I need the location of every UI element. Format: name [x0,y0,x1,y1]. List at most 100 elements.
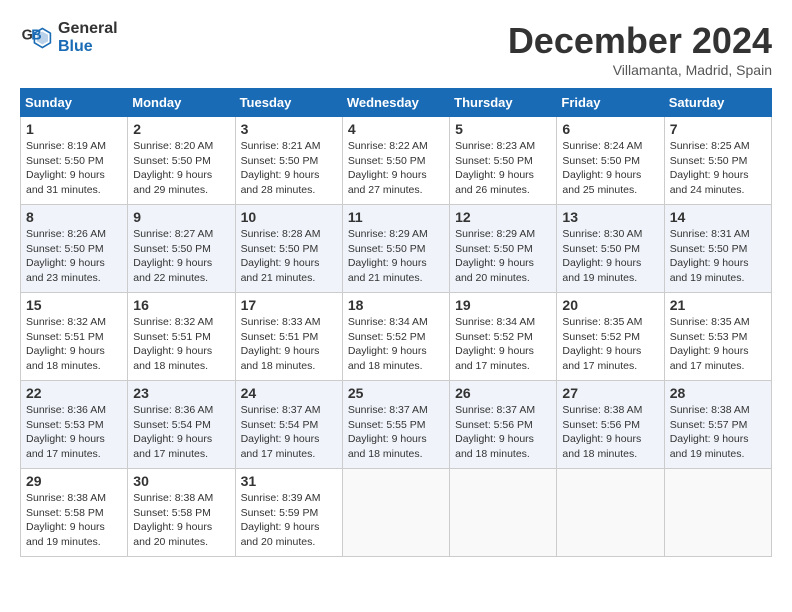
day-info: Sunrise: 8:28 AMSunset: 5:50 PMDaylight:… [241,227,337,286]
day-number: 13 [562,209,658,225]
day-info: Sunrise: 8:34 AMSunset: 5:52 PMDaylight:… [455,315,551,374]
calendar-week-row: 15 Sunrise: 8:32 AMSunset: 5:51 PMDayligh… [21,293,772,381]
calendar-day-cell: 20 Sunrise: 8:35 AMSunset: 5:52 PMDayligh… [557,293,664,381]
day-info: Sunrise: 8:32 AMSunset: 5:51 PMDaylight:… [133,315,229,374]
day-number: 22 [26,385,122,401]
day-number: 20 [562,297,658,313]
calendar-day-cell: 1 Sunrise: 8:19 AMSunset: 5:50 PMDaylight… [21,117,128,205]
day-number: 25 [348,385,444,401]
day-number: 2 [133,121,229,137]
day-number: 23 [133,385,229,401]
day-number: 3 [241,121,337,137]
calendar-day-cell: 9 Sunrise: 8:27 AMSunset: 5:50 PMDaylight… [128,205,235,293]
calendar-day-cell: 23 Sunrise: 8:36 AMSunset: 5:54 PMDayligh… [128,381,235,469]
day-info: Sunrise: 8:38 AMSunset: 5:58 PMDaylight:… [26,491,122,550]
day-info: Sunrise: 8:20 AMSunset: 5:50 PMDaylight:… [133,139,229,198]
day-number: 24 [241,385,337,401]
location-subtitle: Villamanta, Madrid, Spain [508,62,772,78]
calendar-day-cell [557,469,664,557]
calendar-day-cell: 10 Sunrise: 8:28 AMSunset: 5:50 PMDayligh… [235,205,342,293]
day-number: 6 [562,121,658,137]
day-number: 12 [455,209,551,225]
day-info: Sunrise: 8:29 AMSunset: 5:50 PMDaylight:… [348,227,444,286]
day-info: Sunrise: 8:38 AMSunset: 5:58 PMDaylight:… [133,491,229,550]
day-of-week-header: Wednesday [342,89,449,117]
day-number: 14 [670,209,766,225]
calendar-day-cell: 27Sunrise: 8:38 AMSunset: 5:56 PMDayligh… [557,381,664,469]
calendar-day-cell: 21Sunrise: 8:35 AMSunset: 5:53 PMDayligh… [664,293,771,381]
calendar-day-cell: 5 Sunrise: 8:23 AMSunset: 5:50 PMDaylight… [450,117,557,205]
day-number: 5 [455,121,551,137]
calendar-table: SundayMondayTuesdayWednesdayThursdayFrid… [20,88,772,557]
day-number: 29 [26,473,122,489]
day-info: Sunrise: 8:39 AMSunset: 5:59 PMDaylight:… [241,491,337,550]
day-of-week-header: Thursday [450,89,557,117]
day-info: Sunrise: 8:23 AMSunset: 5:50 PMDaylight:… [455,139,551,198]
calendar-day-cell: 4Sunrise: 8:22 AMSunset: 5:50 PMDaylight… [342,117,449,205]
day-info: Sunrise: 8:35 AMSunset: 5:53 PMDaylight:… [670,315,766,374]
calendar-day-cell: 28Sunrise: 8:38 AMSunset: 5:57 PMDayligh… [664,381,771,469]
day-info: Sunrise: 8:37 AMSunset: 5:55 PMDaylight:… [348,403,444,462]
calendar-day-cell: 14Sunrise: 8:31 AMSunset: 5:50 PMDayligh… [664,205,771,293]
day-info: Sunrise: 8:33 AMSunset: 5:51 PMDaylight:… [241,315,337,374]
calendar-day-cell: 13 Sunrise: 8:30 AMSunset: 5:50 PMDayligh… [557,205,664,293]
day-of-week-header: Saturday [664,89,771,117]
day-number: 18 [348,297,444,313]
calendar-day-cell: 11 Sunrise: 8:29 AMSunset: 5:50 PMDayligh… [342,205,449,293]
calendar-day-cell: 6 Sunrise: 8:24 AMSunset: 5:50 PMDaylight… [557,117,664,205]
calendar-day-cell: 22 Sunrise: 8:36 AMSunset: 5:53 PMDayligh… [21,381,128,469]
day-info: Sunrise: 8:30 AMSunset: 5:50 PMDaylight:… [562,227,658,286]
day-info: Sunrise: 8:24 AMSunset: 5:50 PMDaylight:… [562,139,658,198]
title-area: December 2024 Villamanta, Madrid, Spain [508,20,772,78]
day-info: Sunrise: 8:37 AMSunset: 5:56 PMDaylight:… [455,403,551,462]
calendar-day-cell: 18 Sunrise: 8:34 AMSunset: 5:52 PMDayligh… [342,293,449,381]
calendar-day-cell: 31 Sunrise: 8:39 AMSunset: 5:59 PMDayligh… [235,469,342,557]
logo-text: General Blue [58,20,118,56]
calendar-day-cell: 17 Sunrise: 8:33 AMSunset: 5:51 PMDayligh… [235,293,342,381]
calendar-week-row: 8Sunrise: 8:26 AMSunset: 5:50 PMDaylight… [21,205,772,293]
day-info: Sunrise: 8:36 AMSunset: 5:54 PMDaylight:… [133,403,229,462]
calendar-day-cell: 30 Sunrise: 8:38 AMSunset: 5:58 PMDayligh… [128,469,235,557]
calendar-day-cell: 8Sunrise: 8:26 AMSunset: 5:50 PMDaylight… [21,205,128,293]
day-info: Sunrise: 8:32 AMSunset: 5:51 PMDaylight:… [26,315,122,374]
day-number: 4 [348,121,444,137]
calendar-day-cell: 24 Sunrise: 8:37 AMSunset: 5:54 PMDayligh… [235,381,342,469]
day-number: 16 [133,297,229,313]
calendar-day-cell: 12 Sunrise: 8:29 AMSunset: 5:50 PMDayligh… [450,205,557,293]
day-of-week-header: Tuesday [235,89,342,117]
day-number: 11 [348,209,444,225]
day-number: 9 [133,209,229,225]
day-info: Sunrise: 8:35 AMSunset: 5:52 PMDaylight:… [562,315,658,374]
calendar-week-row: 29 Sunrise: 8:38 AMSunset: 5:58 PMDayligh… [21,469,772,557]
day-info: Sunrise: 8:27 AMSunset: 5:50 PMDaylight:… [133,227,229,286]
day-info: Sunrise: 8:19 AMSunset: 5:50 PMDaylight:… [26,139,122,198]
calendar-week-row: 22 Sunrise: 8:36 AMSunset: 5:53 PMDayligh… [21,381,772,469]
day-info: Sunrise: 8:29 AMSunset: 5:50 PMDaylight:… [455,227,551,286]
calendar-day-cell: 26Sunrise: 8:37 AMSunset: 5:56 PMDayligh… [450,381,557,469]
calendar-day-cell: 25 Sunrise: 8:37 AMSunset: 5:55 PMDayligh… [342,381,449,469]
day-info: Sunrise: 8:38 AMSunset: 5:56 PMDaylight:… [562,403,658,462]
logo-icon: G B [20,22,52,54]
calendar-day-cell: 16 Sunrise: 8:32 AMSunset: 5:51 PMDayligh… [128,293,235,381]
day-of-week-header: Monday [128,89,235,117]
calendar-week-row: 1 Sunrise: 8:19 AMSunset: 5:50 PMDaylight… [21,117,772,205]
calendar-day-cell: 2 Sunrise: 8:20 AMSunset: 5:50 PMDaylight… [128,117,235,205]
calendar-header-row: SundayMondayTuesdayWednesdayThursdayFrid… [21,89,772,117]
day-number: 8 [26,209,122,225]
day-number: 17 [241,297,337,313]
day-number: 15 [26,297,122,313]
calendar-day-cell: 29 Sunrise: 8:38 AMSunset: 5:58 PMDayligh… [21,469,128,557]
day-number: 1 [26,121,122,137]
day-info: Sunrise: 8:36 AMSunset: 5:53 PMDaylight:… [26,403,122,462]
day-number: 10 [241,209,337,225]
day-info: Sunrise: 8:37 AMSunset: 5:54 PMDaylight:… [241,403,337,462]
calendar-day-cell [450,469,557,557]
day-number: 28 [670,385,766,401]
calendar-day-cell: 15 Sunrise: 8:32 AMSunset: 5:51 PMDayligh… [21,293,128,381]
day-number: 31 [241,473,337,489]
day-info: Sunrise: 8:34 AMSunset: 5:52 PMDaylight:… [348,315,444,374]
calendar-day-cell: 3 Sunrise: 8:21 AMSunset: 5:50 PMDaylight… [235,117,342,205]
day-info: Sunrise: 8:21 AMSunset: 5:50 PMDaylight:… [241,139,337,198]
day-number: 7 [670,121,766,137]
day-number: 30 [133,473,229,489]
